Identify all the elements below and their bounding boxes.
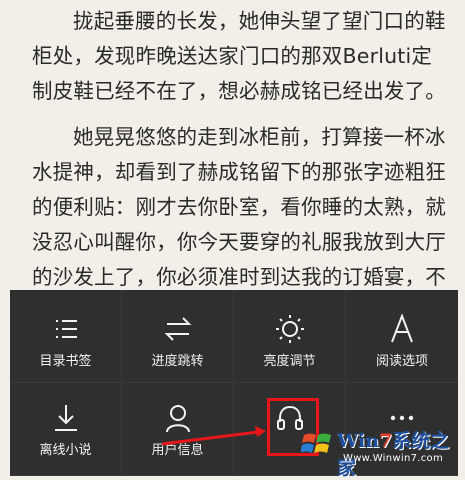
menu-item-label: 亮度调节 xyxy=(263,354,316,369)
menu-item-toc-bookmarks[interactable]: 目录书签 xyxy=(10,290,122,383)
brightness-icon xyxy=(273,312,307,346)
menu-item-listen[interactable] xyxy=(234,383,346,476)
menu-item-label: 用户信息 xyxy=(151,443,204,458)
font-icon xyxy=(385,312,419,346)
menu-item-label: 进度跳转 xyxy=(151,354,204,369)
paragraph: 她晃晃悠悠的走到冰柜前，打算接一杯冰水提神，却看到了赫成铭留下的那张字迹粗狂的便… xyxy=(32,125,446,289)
menu-item-label: 阅读选项 xyxy=(375,354,428,369)
menu-item-reading-options[interactable]: 阅读选项 xyxy=(346,290,458,383)
swap-arrows-icon xyxy=(161,312,195,346)
menu-item-label: 离线小说 xyxy=(39,443,92,458)
menu-item-user-info[interactable]: 用户信息 xyxy=(122,383,234,476)
download-icon xyxy=(49,401,83,435)
menu-item-more[interactable] xyxy=(346,383,458,476)
headphones-icon xyxy=(273,401,307,435)
list-icon xyxy=(49,312,83,346)
paragraph: 拢起垂腰的长发，她伸头望了望门口的鞋柜处，发现昨晚送达家门口的那双Berluti… xyxy=(32,9,446,103)
reader-menu-panel: 目录书签 进度跳转 亮度调节 阅读选项 离线小说 用户信息 xyxy=(10,290,458,476)
menu-item-progress-jump[interactable]: 进度跳转 xyxy=(122,290,234,383)
more-icon xyxy=(385,401,419,435)
menu-item-brightness[interactable]: 亮度调节 xyxy=(234,290,346,383)
reader-page: 拢起垂腰的长发，她伸头望了望门口的鞋柜处，发现昨晚送达家门口的那双Berluti… xyxy=(0,0,465,290)
user-icon xyxy=(161,401,195,435)
menu-item-label: 目录书签 xyxy=(39,354,92,369)
menu-item-offline-novel[interactable]: 离线小说 xyxy=(10,383,122,476)
